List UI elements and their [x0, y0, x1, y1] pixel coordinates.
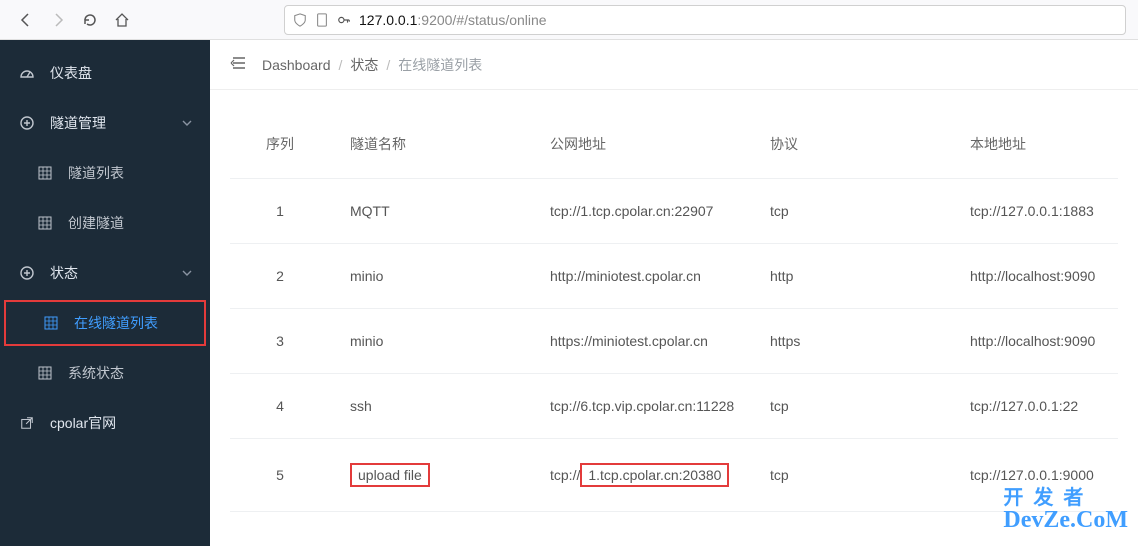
circle-plus-icon	[18, 115, 36, 131]
sidebar-dashboard-label: 仪表盘	[50, 63, 92, 83]
breadcrumb-sep: /	[339, 57, 343, 73]
table-row: 4sshtcp://6.tcp.vip.cpolar.cn:11228tcptc…	[230, 374, 1118, 439]
breadcrumb-current: 在线隧道列表	[398, 55, 482, 75]
cell-local: tcp://127.0.0.1:22	[950, 374, 1118, 439]
nav-back-button[interactable]	[12, 6, 40, 34]
th-local: 本地地址	[950, 110, 1118, 179]
sidebar-status-label: 状态	[50, 263, 78, 283]
cell-name: MQTT	[330, 179, 530, 244]
cell-proto: tcp	[750, 374, 950, 439]
cell-name: ssh	[330, 374, 530, 439]
grid-icon	[42, 316, 60, 330]
grid-icon	[36, 366, 54, 380]
sidebar-tunnel-mgmt-label: 隧道管理	[50, 113, 106, 133]
cell-idx: 5	[230, 439, 330, 512]
cell-idx: 3	[230, 309, 330, 374]
cell-idx: 1	[230, 179, 330, 244]
sidebar-online-list-label: 在线隧道列表	[74, 313, 158, 333]
breadcrumb-dashboard[interactable]: Dashboard	[262, 57, 331, 73]
breadcrumb-status[interactable]: 状态	[350, 55, 378, 75]
breadcrumb: Dashboard / 状态 / 在线隧道列表	[262, 55, 482, 75]
sidebar-tunnel-list-label: 隧道列表	[68, 163, 124, 183]
chevron-down-icon	[182, 115, 192, 131]
cell-proto: tcp	[750, 179, 950, 244]
url-text: 127.0.0.1:9200/#/status/online	[359, 12, 1117, 28]
cell-proto: tcp	[750, 439, 950, 512]
grid-icon	[36, 166, 54, 180]
sidebar-system-status-label: 系统状态	[68, 363, 124, 383]
tunnel-table: 序列 隧道名称 公网地址 协议 本地地址 1MQTTtcp://1.tcp.cp…	[230, 110, 1118, 512]
table-row: 5upload filetcp://1.tcp.cpolar.cn:20380t…	[230, 439, 1118, 512]
cell-idx: 2	[230, 244, 330, 309]
shield-icon	[293, 13, 307, 27]
table-row: 3miniohttps://miniotest.cpolar.cnhttpsht…	[230, 309, 1118, 374]
sidebar-item-dashboard[interactable]: 仪表盘	[0, 48, 210, 98]
topbar: Dashboard / 状态 / 在线隧道列表	[210, 40, 1138, 90]
cell-public: tcp://1.tcp.cpolar.cn:20380	[530, 439, 750, 512]
cell-idx: 4	[230, 374, 330, 439]
gauge-icon	[18, 65, 36, 81]
grid-icon	[36, 216, 54, 230]
address-bar[interactable]: 127.0.0.1:9200/#/status/online	[284, 5, 1126, 35]
cell-local: http://localhost:9090	[950, 309, 1118, 374]
cell-local: http://localhost:9090	[950, 244, 1118, 309]
chevron-down-icon	[182, 265, 192, 281]
sidebar-cpolar-site-label: cpolar官网	[50, 413, 116, 433]
sidebar-create-tunnel-label: 创建隧道	[68, 213, 124, 233]
cell-public: tcp://1.tcp.cpolar.cn:22907	[530, 179, 750, 244]
sidebar-sub-create-tunnel[interactable]: 创建隧道	[0, 198, 210, 248]
collapse-sidebar-button[interactable]	[230, 54, 248, 75]
cell-name: minio	[330, 244, 530, 309]
cell-name: upload file	[330, 439, 530, 512]
cell-public: http://miniotest.cpolar.cn	[530, 244, 750, 309]
main-content: Dashboard / 状态 / 在线隧道列表 序列 隧道名称 公网地址 协议 …	[210, 40, 1138, 546]
lock-icon	[337, 13, 351, 27]
cell-public: https://miniotest.cpolar.cn	[530, 309, 750, 374]
nav-refresh-button[interactable]	[76, 6, 104, 34]
sidebar-item-status[interactable]: 状态	[0, 248, 210, 298]
nav-forward-button[interactable]	[44, 6, 72, 34]
th-name: 隧道名称	[330, 110, 530, 179]
sidebar: 仪表盘 隧道管理 隧道列表 创建隧道	[0, 40, 210, 546]
browser-toolbar: 127.0.0.1:9200/#/status/online	[0, 0, 1138, 40]
sidebar-item-cpolar-site[interactable]: cpolar官网	[0, 398, 210, 448]
cell-proto: https	[750, 309, 950, 374]
nav-home-button[interactable]	[108, 6, 136, 34]
breadcrumb-sep: /	[386, 57, 390, 73]
cell-proto: http	[750, 244, 950, 309]
th-public: 公网地址	[530, 110, 750, 179]
sidebar-sub-tunnel-list[interactable]: 隧道列表	[0, 148, 210, 198]
th-idx: 序列	[230, 110, 330, 179]
table-row: 1MQTTtcp://1.tcp.cpolar.cn:22907tcptcp:/…	[230, 179, 1118, 244]
table-row: 2miniohttp://miniotest.cpolar.cnhttphttp…	[230, 244, 1118, 309]
cell-local: tcp://127.0.0.1:9000	[950, 439, 1118, 512]
circle-plus-icon	[18, 265, 36, 281]
external-link-icon	[18, 416, 36, 430]
sidebar-item-tunnel-mgmt[interactable]: 隧道管理	[0, 98, 210, 148]
cell-name: minio	[330, 309, 530, 374]
page-icon	[315, 13, 329, 27]
sidebar-sub-online-list[interactable]: 在线隧道列表	[4, 300, 206, 346]
cell-local: tcp://127.0.0.1:1883	[950, 179, 1118, 244]
th-proto: 协议	[750, 110, 950, 179]
sidebar-sub-system-status[interactable]: 系统状态	[0, 348, 210, 398]
cell-public: tcp://6.tcp.vip.cpolar.cn:11228	[530, 374, 750, 439]
